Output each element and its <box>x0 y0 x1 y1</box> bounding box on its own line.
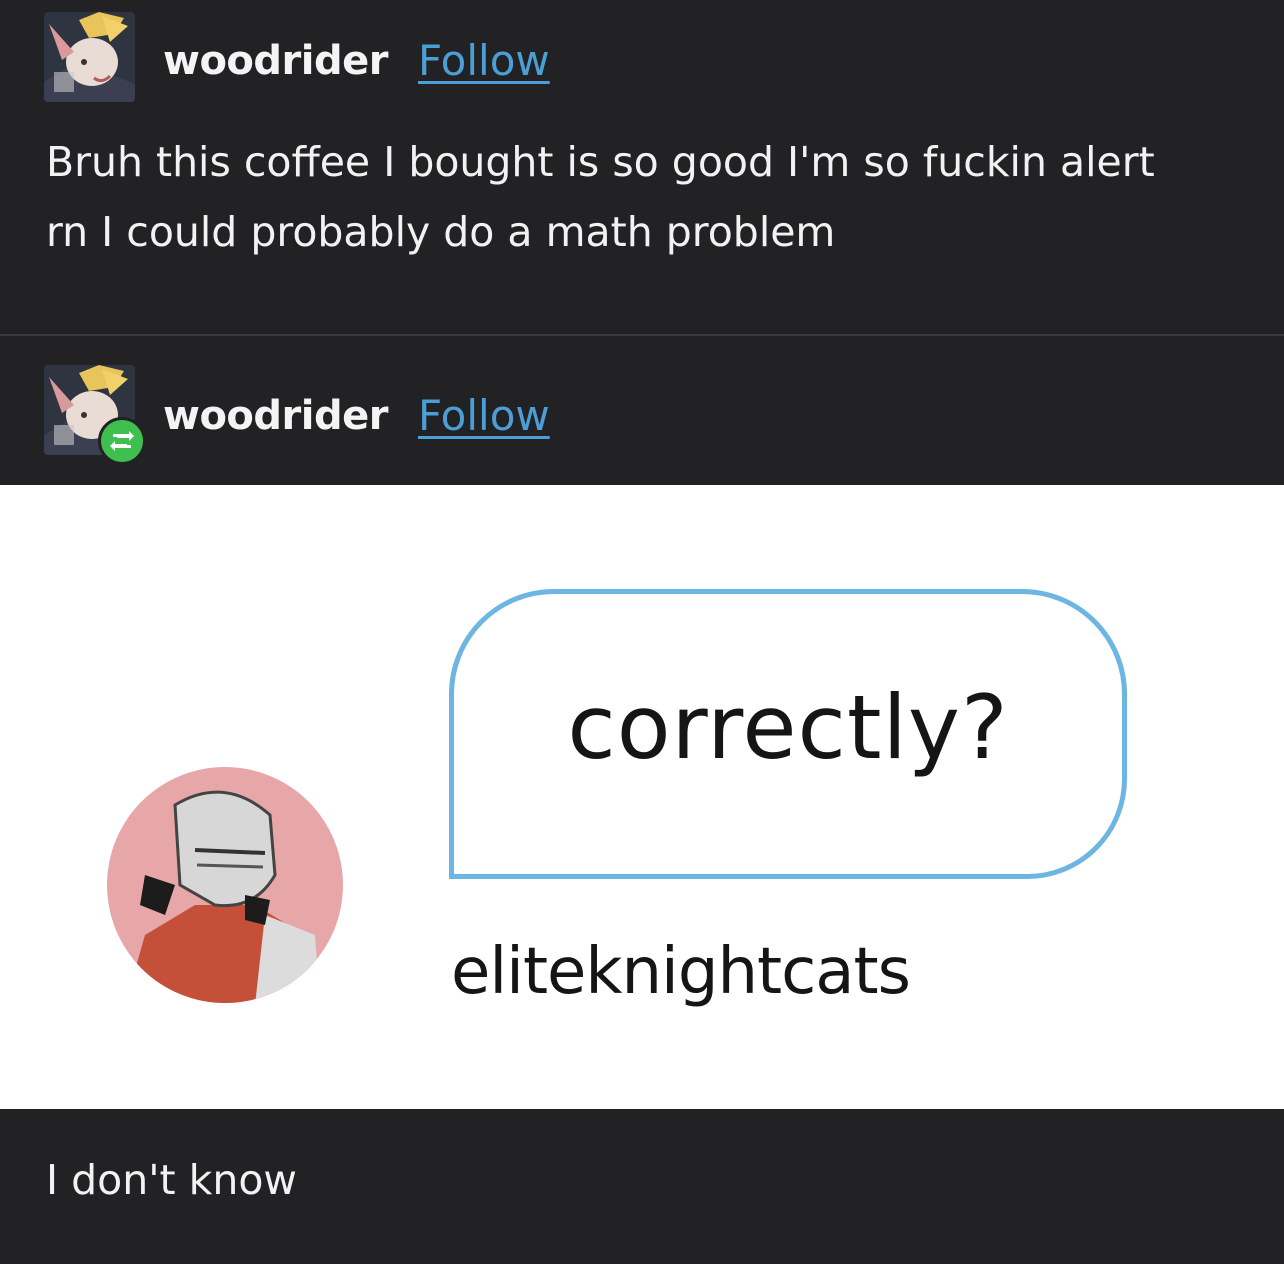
reblog-icon <box>98 417 146 465</box>
knight-avatar <box>105 765 345 1005</box>
divider <box>0 334 1284 336</box>
username[interactable]: woodrider <box>163 38 388 84</box>
post-text-line: rn I could probably do a math problem <box>46 208 836 256</box>
follow-button[interactable]: Follow <box>418 36 550 85</box>
post-image: correctly? eliteknightcats <box>0 485 1284 1109</box>
reblog-header: woodrider Follow <box>0 355 1284 465</box>
bubble-text: correctly? <box>567 676 1009 779</box>
username[interactable]: woodrider <box>163 393 388 439</box>
post-header: woodrider Follow <box>0 0 1284 110</box>
follow-button[interactable]: Follow <box>418 391 550 440</box>
reblog-text: I don't know <box>46 1156 297 1204</box>
image-handle: eliteknightcats <box>451 935 911 1009</box>
post-text-line: Bruh this coffee I bought is so good I'm… <box>46 138 1155 186</box>
post-text: Bruh this coffee I bought is so good I'm… <box>46 127 1246 267</box>
speech-bubble: correctly? <box>449 589 1127 879</box>
avatar[interactable] <box>44 12 135 102</box>
